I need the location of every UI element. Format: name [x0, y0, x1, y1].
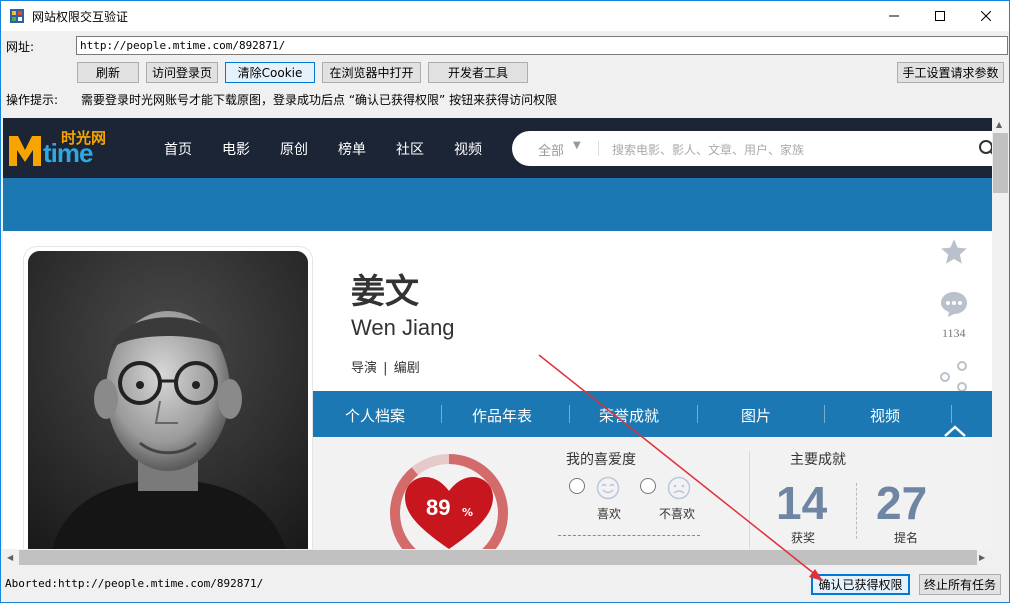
dev-tools-button[interactable]: 开发者工具	[428, 62, 528, 83]
awards-count[interactable]: 14	[776, 480, 827, 526]
nav-item-community[interactable]: 社区	[396, 139, 424, 159]
tab-filmography[interactable]: 作品年表	[472, 405, 532, 426]
refresh-button[interactable]: 刷新	[77, 62, 139, 83]
maximize-icon	[935, 11, 945, 21]
status-text: Aborted:http://people.mtime.com/892871/	[5, 577, 264, 590]
close-icon	[981, 11, 991, 21]
chevron-up-icon[interactable]	[943, 424, 967, 438]
dislike-radio[interactable]	[640, 478, 656, 494]
tab-divider	[824, 405, 825, 423]
person-name-en: Wen Jiang	[351, 315, 455, 340]
dislike-label: 不喜欢	[659, 507, 696, 521]
minimize-button[interactable]	[871, 1, 917, 31]
rating-percent: 89	[426, 495, 451, 520]
person-name-cn: 姜文	[351, 272, 419, 312]
smile-icon[interactable]	[596, 476, 620, 500]
manual-headers-button[interactable]: 手工设置请求参数	[897, 62, 1004, 83]
achievements-divider	[856, 483, 857, 539]
clear-cookie-button[interactable]: 清除Cookie	[225, 62, 315, 83]
frown-icon[interactable]	[667, 476, 691, 500]
achievements-title: 主要成就	[790, 452, 846, 468]
visit-login-button[interactable]: 访问登录页	[146, 62, 218, 83]
tab-photos[interactable]: 图片	[741, 405, 771, 426]
like-label: 喜欢	[597, 507, 622, 521]
search-icon[interactable]	[978, 139, 992, 157]
scroll-right-icon[interactable]: ▶	[979, 553, 985, 562]
profile-tabs: 个人档案 作品年表 荣誉成就 图片 视频	[313, 391, 992, 437]
stop-all-button[interactable]: 终止所有任务	[919, 574, 1001, 595]
horizontal-scrollbar[interactable]: ◀ ▶	[3, 549, 992, 566]
role-separator: |	[383, 361, 388, 376]
hint-label: 操作提示:	[6, 93, 59, 107]
like-title: 我的喜爱度	[566, 452, 636, 468]
site-nav: 时光网 time 首页 电影 原创 榜单 社区 视频 全部 ▼ 搜索电影、影人、…	[3, 118, 992, 178]
nav-item-home[interactable]: 首页	[164, 139, 192, 159]
stats-panel: 89 % 我的喜爱度 喜欢 不喜欢 主要成就 14 获奖 27 提名	[313, 437, 992, 549]
window-title: 网站权限交互验证	[32, 10, 129, 24]
close-button[interactable]	[963, 1, 1009, 31]
vertical-scroll-thumb[interactable]	[993, 133, 1008, 193]
share-icon[interactable]	[940, 361, 970, 391]
url-input[interactable]: http://people.mtime.com/892871/	[76, 36, 1008, 55]
tab-profile[interactable]: 个人档案	[345, 405, 405, 426]
site-search: 全部 ▼ 搜索电影、影人、文章、用户、家族	[512, 131, 992, 166]
star-icon[interactable]	[940, 238, 968, 266]
chevron-down-icon: ▼	[573, 140, 581, 151]
like-radio[interactable]	[569, 478, 585, 494]
scroll-up-icon[interactable]: ▲	[996, 120, 1002, 129]
nav-item-video[interactable]: 视频	[454, 139, 482, 159]
vertical-scrollbar[interactable]: ▲	[992, 118, 1009, 549]
maximize-button[interactable]	[917, 1, 963, 31]
tab-divider	[569, 405, 570, 423]
panel-separator	[749, 451, 750, 549]
nav-item-movies[interactable]: 电影	[222, 139, 250, 159]
search-category[interactable]: 全部	[538, 140, 564, 159]
tab-videos[interactable]: 视频	[870, 405, 900, 426]
web-view[interactable]: 时光网 time 首页 电影 原创 榜单 社区 视频 全部 ▼ 搜索电影、影人、…	[3, 118, 992, 549]
title-bar: 网站权限交互验证	[1, 1, 1009, 31]
person-photo[interactable]	[28, 251, 308, 549]
header-banner	[3, 178, 992, 231]
app-window: 网站权限交互验证 网址: http://people.mtime.com/892…	[0, 0, 1010, 603]
role-director[interactable]: 导演	[351, 361, 377, 376]
tab-divider	[951, 405, 952, 423]
comment-count: 1134	[942, 326, 966, 340]
role-screenwriter[interactable]: 编剧	[394, 361, 420, 376]
open-in-browser-button[interactable]: 在浏览器中打开	[322, 62, 421, 83]
confirm-permission-button[interactable]: 确认已获得权限	[811, 574, 910, 595]
comment-icon[interactable]	[940, 290, 968, 318]
scroll-left-icon[interactable]: ◀	[7, 553, 13, 562]
url-label: 网址:	[6, 40, 35, 54]
minimize-icon	[889, 15, 899, 17]
tab-divider	[697, 405, 698, 423]
rating-percent-sign: %	[462, 506, 474, 519]
tab-honors[interactable]: 荣誉成就	[599, 405, 659, 426]
awards-label: 获奖	[791, 531, 816, 545]
search-divider	[598, 141, 599, 156]
hint-text: 需要登录时光网账号才能下载原图，登录成功后点 “确认已获得权限” 按钮来获得访问…	[81, 93, 558, 107]
nav-item-charts[interactable]: 榜单	[338, 139, 366, 159]
app-icon	[10, 9, 24, 23]
panel-divider	[558, 535, 700, 536]
tab-divider	[441, 405, 442, 423]
logo-text-en: time	[43, 138, 93, 168]
search-input[interactable]: 搜索电影、影人、文章、用户、家族	[612, 141, 804, 158]
person-roles: 导演 | 编剧	[351, 357, 420, 376]
nominations-count[interactable]: 27	[876, 480, 927, 526]
nav-item-original[interactable]: 原创	[280, 139, 308, 159]
horizontal-scroll-thumb[interactable]	[19, 550, 977, 565]
nominations-label: 提名	[894, 531, 919, 545]
